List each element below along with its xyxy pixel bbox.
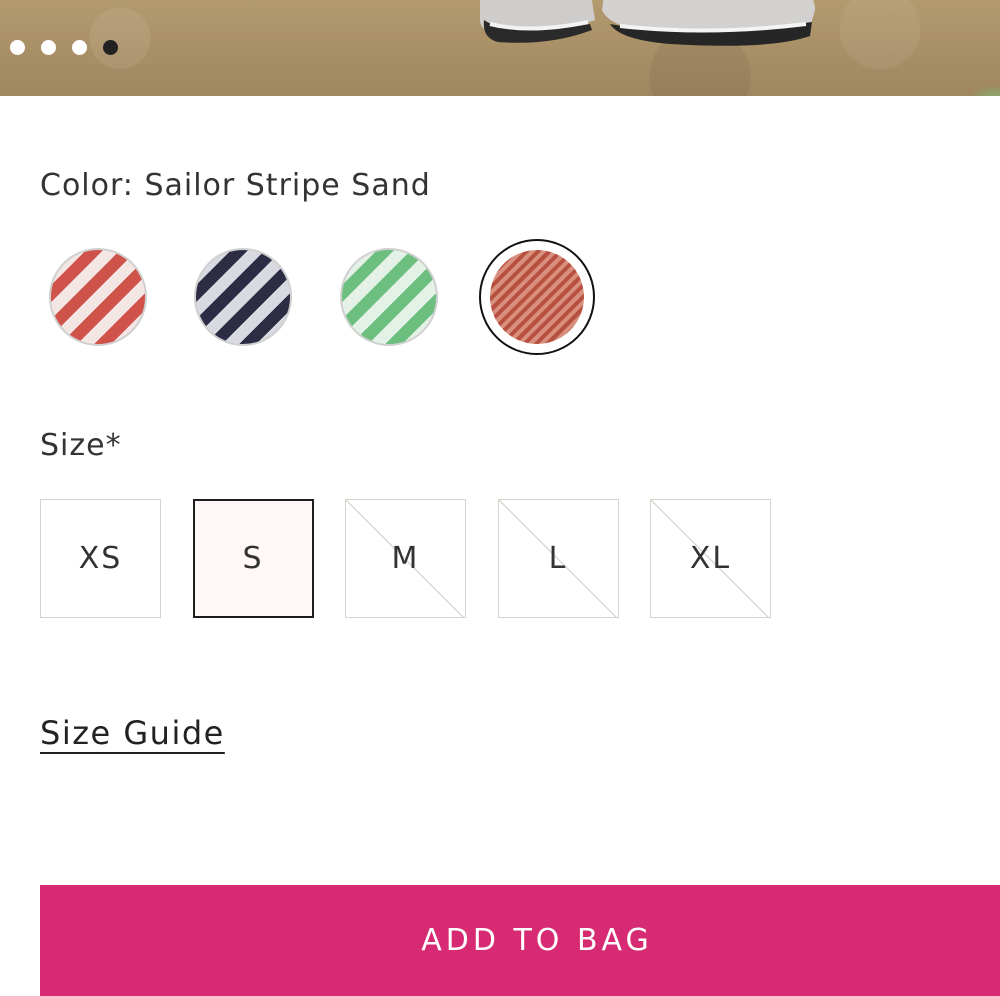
size-option-label: XL: [689, 541, 732, 576]
gallery-dot[interactable]: [10, 40, 25, 55]
gallery-dot[interactable]: [41, 40, 56, 55]
product-options-page: Color: Sailor Stripe Sand Size* XS S M L XL …: [0, 0, 1000, 996]
gallery-dot[interactable]: [103, 40, 118, 55]
swatch-pattern: [194, 248, 292, 346]
size-label: Size*: [40, 428, 122, 463]
color-swatch-sailor-stripe-sand[interactable]: [479, 239, 595, 355]
color-swatch-red-white-stripe[interactable]: [49, 248, 147, 346]
add-to-bag-button[interactable]: ADD TO BAG: [40, 885, 1000, 996]
size-option-xl[interactable]: XL: [650, 499, 771, 618]
color-swatch-navy-white-stripe[interactable]: [194, 248, 292, 346]
size-guide-link[interactable]: Size Guide: [40, 714, 225, 752]
sneakers-illustration: [480, 0, 815, 46]
size-option-m[interactable]: M: [345, 499, 466, 618]
image-foliage: [950, 76, 1000, 96]
swatch-pattern: [340, 248, 438, 346]
color-label: Color: Sailor Stripe Sand: [40, 168, 431, 203]
color-swatch-green-white-stripe[interactable]: [340, 248, 438, 346]
size-option-label: L: [548, 541, 568, 576]
product-image[interactable]: [0, 0, 1000, 96]
size-option-xs[interactable]: XS: [40, 499, 161, 618]
gallery-dot[interactable]: [72, 40, 87, 55]
size-option-s[interactable]: S: [192, 499, 314, 618]
size-option-label: XS: [78, 541, 123, 576]
size-option-l[interactable]: L: [497, 499, 619, 618]
swatch-pattern: [490, 250, 584, 344]
size-option-label: M: [391, 541, 420, 576]
gallery-pagination: [10, 40, 118, 55]
swatch-pattern: [49, 248, 147, 346]
size-option-label: S: [242, 541, 264, 576]
